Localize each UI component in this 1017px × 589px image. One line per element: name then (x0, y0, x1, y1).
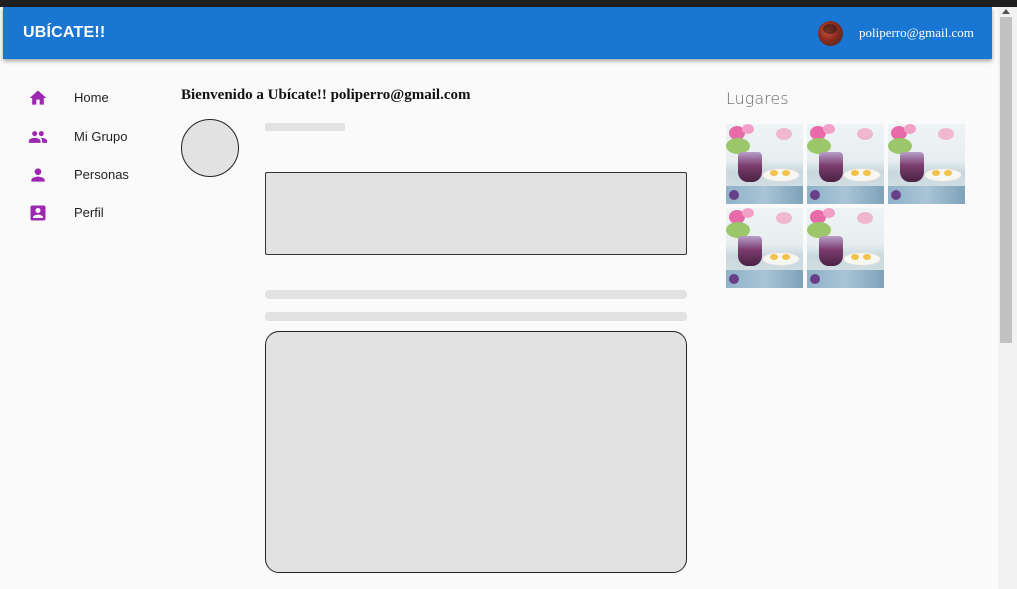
avatar-placeholder (181, 119, 239, 177)
account-box-icon (30, 205, 46, 221)
text-placeholder-line (265, 312, 687, 321)
media-placeholder (265, 331, 687, 573)
user-email[interactable]: poliperro@gmail.com (859, 25, 974, 41)
sidebar-item-label: Perfil (74, 205, 104, 220)
home-icon (29, 90, 47, 105)
person-icon (31, 168, 45, 182)
vertical-scrollbar[interactable] (998, 7, 1017, 589)
scrollbar-thumb[interactable] (1000, 17, 1012, 343)
scroll-up-arrow-icon[interactable] (1002, 9, 1010, 14)
place-thumbnail[interactable] (888, 124, 965, 204)
sidebar-item-label: Home (74, 90, 109, 105)
sidebar-item-home[interactable]: Home (26, 84, 166, 112)
sidebar-item-mi-grupo[interactable]: Mi Grupo (26, 123, 166, 151)
place-thumbnail[interactable] (807, 124, 884, 204)
user-avatar[interactable] (818, 21, 843, 46)
sidebar-item-label: Mi Grupo (74, 129, 128, 144)
sidebar-item-personas[interactable]: Personas (26, 161, 166, 189)
text-placeholder-short (265, 123, 345, 131)
welcome-heading: Bienvenido a Ubícate!! poliperro@gmail.c… (181, 87, 471, 103)
place-thumbnail[interactable] (726, 124, 803, 204)
place-thumbnail[interactable] (807, 208, 884, 288)
places-title: Lugares (726, 89, 789, 108)
group-icon (28, 131, 48, 143)
window-top-edge (0, 0, 1017, 7)
sidebar-item-label: Personas (74, 167, 129, 182)
app-bar: UBÍCATE!! poliperro@gmail.com (3, 7, 992, 59)
content-placeholder-box (265, 172, 687, 255)
sidebar-item-perfil[interactable]: Perfil (26, 199, 166, 227)
app-title[interactable]: UBÍCATE!! (23, 24, 105, 42)
place-thumbnail[interactable] (726, 208, 803, 288)
text-placeholder-line (265, 290, 687, 299)
